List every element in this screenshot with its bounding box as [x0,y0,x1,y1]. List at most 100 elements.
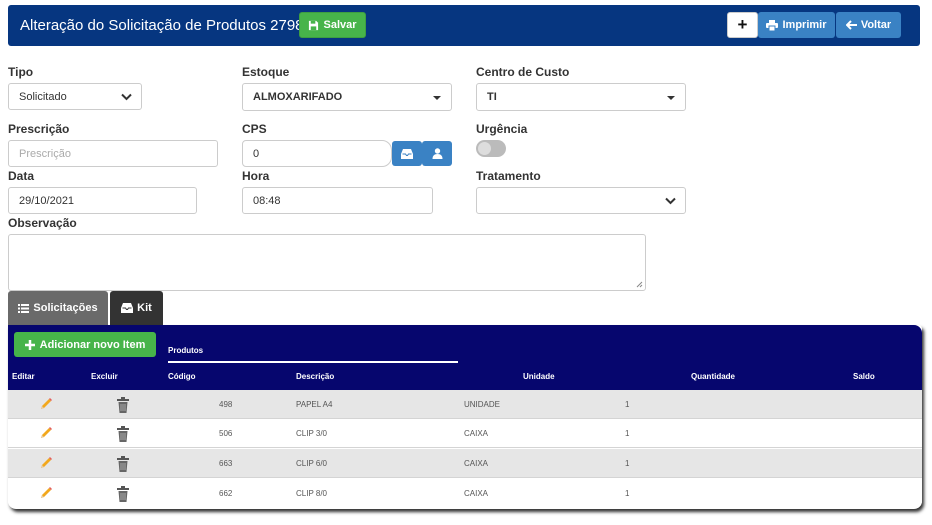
print-button-label: Imprimir [782,19,827,31]
inbox-icon [401,148,413,159]
hora-input[interactable]: 08:48 [242,187,433,214]
table-header: Adicionar novo Item Produtos Editar Excl… [8,325,922,390]
pencil-icon[interactable] [38,397,53,412]
cps-input[interactable]: 0 [242,140,392,167]
caret-down-icon [667,96,675,100]
add-item-label: Adicionar novo Item [39,338,146,351]
save-button[interactable]: Salvar [299,12,366,38]
cell-descricao: PAPEL A4 [296,400,333,409]
centro-custo-select[interactable]: TI [476,83,686,111]
tab-kit-label: Kit [137,302,152,314]
tab-kit[interactable]: Kit [110,291,163,325]
produtos-title: Produtos [168,346,204,355]
print-button[interactable]: Imprimir [758,12,835,38]
table-row: 662 CLIP 8/0 CAIXA 1 [8,479,922,508]
inbox-icon [121,303,134,313]
centro-custo-label: Centro de Custo [476,65,570,79]
observacao-textarea[interactable] [8,234,646,291]
cell-codigo: 662 [219,489,233,498]
trash-icon[interactable] [117,456,129,472]
data-label: Data [8,169,35,183]
trash-icon[interactable] [117,397,129,413]
chevron-down-icon [121,93,132,100]
cell-quantidade: 1 [625,489,630,498]
items-panel: Adicionar novo Item Produtos Editar Excl… [8,325,922,509]
cell-descricao: CLIP 8/0 [296,489,327,498]
cell-codigo: 498 [219,400,233,409]
cell-descricao: CLIP 3/0 [296,429,327,438]
tab-solicitacoes[interactable]: Solicitações [8,291,108,325]
estoque-label: Estoque [242,65,290,79]
data-value: 29/10/2021 [19,194,75,207]
cell-codigo: 506 [219,429,233,438]
page-title: Alteração do Solicitação de Produtos 279… [20,17,304,34]
centro-custo-value: TI [487,91,497,103]
row-divider [8,477,922,478]
hora-value: 08:48 [253,194,281,207]
chevron-down-icon [665,197,676,204]
table-row: 506 CLIP 3/0 CAIXA 1 [8,419,922,448]
hora-label: Hora [242,169,270,183]
cps-user-button[interactable] [422,141,452,166]
column-header-editar[interactable]: Editar [12,372,35,381]
pencil-icon[interactable] [38,426,53,441]
cell-quantidade: 1 [625,400,630,409]
column-header-saldo[interactable]: Saldo [853,372,875,381]
pencil-icon[interactable] [38,456,53,471]
toggle-knob [478,142,491,155]
column-header-codigo[interactable]: Código [168,372,196,381]
urgencia-label: Urgência [476,122,528,136]
caret-down-icon [433,96,441,100]
observacao-label: Observação [8,216,77,230]
tab-solicitacoes-label: Solicitações [33,302,98,314]
data-input[interactable]: 29/10/2021 [8,187,197,214]
row-divider [8,447,922,448]
cell-unidade: UNIDADE [464,400,501,409]
save-button-label: Salvar [323,19,357,31]
arrow-left-icon [845,20,857,30]
column-header-excluir[interactable]: Excluir [91,372,118,381]
cell-descricao: CLIP 6/0 [296,459,327,468]
list-icon [18,303,30,313]
user-icon [432,148,442,159]
cell-unidade: CAIXA [464,489,489,498]
tipo-label: Tipo [8,65,34,79]
cell-unidade: CAIXA [464,459,489,468]
cell-unidade: CAIXA [464,429,489,438]
column-header-quantidade[interactable]: Quantidade [691,372,735,381]
prescricao-placeholder: Prescrição [19,147,71,160]
cps-label: CPS [242,122,267,136]
tipo-value: Solicitado [19,90,67,103]
add-button[interactable]: + [727,12,758,38]
page-header: Alteração do Solicitação de Produtos 279… [8,5,920,46]
tratamento-label: Tratamento [476,169,541,183]
resize-handle-icon[interactable] [636,281,643,288]
plus-icon: + [737,15,748,34]
plus-icon [24,339,35,350]
estoque-value: ALMOXARIFADO [253,91,343,103]
cps-value: 0 [253,147,260,160]
prescricao-label: Prescrição [8,122,70,136]
pencil-icon[interactable] [38,486,53,501]
trash-icon[interactable] [117,486,129,502]
floppy-disk-icon [309,20,319,30]
divider [168,361,458,363]
prescricao-input[interactable]: Prescrição [8,140,218,167]
cell-codigo: 663 [219,459,233,468]
add-item-button[interactable]: Adicionar novo Item [14,332,156,357]
cell-quantidade: 1 [625,429,630,438]
column-header-descricao[interactable]: Descrição [296,372,334,381]
column-header-unidade[interactable]: Unidade [523,372,555,381]
estoque-select[interactable]: ALMOXARIFADO [242,83,452,111]
tipo-select[interactable]: Solicitado [8,83,142,110]
cell-quantidade: 1 [625,459,630,468]
back-button[interactable]: Voltar [836,12,901,38]
trash-icon[interactable] [117,426,129,442]
table-row: 498 PAPEL A4 UNIDADE 1 [8,390,922,419]
table-row: 663 CLIP 6/0 CAIXA 1 [8,449,922,478]
back-button-label: Voltar [860,19,892,31]
cps-inbox-button[interactable] [392,141,422,166]
tratamento-select[interactable] [476,187,686,214]
urgencia-toggle[interactable] [476,140,506,157]
printer-icon [766,19,779,31]
